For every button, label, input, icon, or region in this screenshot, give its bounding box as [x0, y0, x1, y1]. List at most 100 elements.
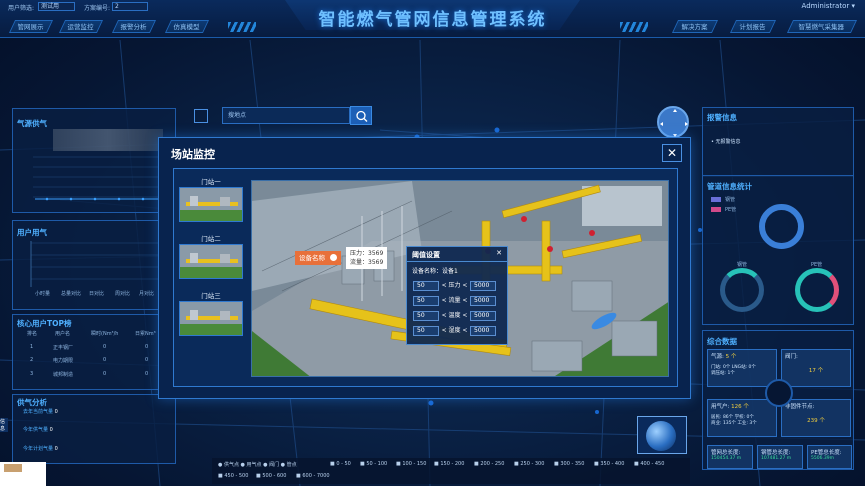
legend-range: 100 - 150 [402, 461, 427, 467]
tab-solutions[interactable]: 解决方案 [671, 20, 719, 33]
length-label: PE管总长度: [811, 450, 842, 456]
tab-alarm-analysis[interactable]: 报警分析 [111, 20, 157, 33]
station-label: 门站一 [201, 178, 221, 186]
plan-code-label: 方案编号: [84, 5, 111, 12]
legend-range: 500 - 600 [262, 473, 287, 479]
inst-cell: 0 [103, 344, 107, 350]
gas-source-label: 气源: [711, 354, 724, 360]
pe-length-box[interactable]: PE管总长度: 5506.39m [807, 445, 852, 469]
gas-supply-title: 气源供气 [17, 119, 47, 128]
total-pipe-ring [759, 204, 804, 249]
min-input[interactable]: 50 [413, 296, 439, 306]
legend-item: 阀门 [269, 462, 280, 468]
threshold-dialog: 阈值设置 ✕ 设备名称：设备1 50 < 压力 <5000 50 < 流量 <500… [406, 246, 508, 345]
user-gas-tab[interactable]: 小时量 [35, 290, 50, 297]
threshold-divider [407, 261, 507, 262]
steel-pipe-ring [720, 268, 764, 312]
min-input[interactable]: 50 [413, 326, 439, 336]
search-input[interactable]: 搜地点 [222, 107, 350, 124]
stripe-decoration-right [620, 22, 648, 32]
valves-box[interactable]: 阀门: 17 个 [781, 349, 851, 387]
station-3d-view[interactable]: 设备名称 压力：3569 流量：3569 阈值设置 ✕ 设备名称：设备1 50 … [251, 180, 669, 377]
legend-range: 250 - 300 [520, 461, 545, 467]
modal-close-button[interactable]: ✕ [662, 144, 682, 162]
globe-minimap[interactable] [637, 416, 687, 454]
legend-range: 450 - 500 [224, 473, 249, 479]
legend-item: 管点 [286, 462, 297, 468]
search-icon [356, 110, 368, 122]
tab-gas-collector[interactable]: 智慧燃气采集器 [786, 20, 858, 33]
device-name-tag[interactable]: 设备名称 [295, 251, 342, 265]
search-button[interactable] [350, 106, 372, 125]
station-label: 门站三 [201, 292, 221, 300]
tab-label: 报警分析 [120, 23, 147, 31]
daily-cell: 0 [145, 344, 149, 350]
analysis-label: 今年计划气量 [23, 446, 54, 452]
tab-plan-report[interactable]: 计划报告 [729, 20, 777, 33]
layers-icon[interactable] [194, 109, 208, 123]
max-input[interactable]: 5000 [470, 326, 496, 336]
top-header: 智能燃气管网信息管理系统 用户筛选: 测试用 方案编号: 2 Administr… [0, 0, 865, 38]
user-filter-input[interactable]: 测试用 [38, 2, 75, 11]
max-input[interactable]: 5000 [470, 311, 496, 321]
station-monitor-modal: 场站监控 ✕ 门站一 门站二 门站三 设备名称 压力：3569 流量：3569 … [158, 137, 691, 399]
side-tab[interactable]: 信息 [0, 418, 8, 432]
user-gas-tab[interactable]: 总量对比 [61, 290, 81, 297]
inst-cell: 0 [103, 371, 107, 377]
tab-operation-monitor[interactable]: 运营监控 [58, 20, 104, 33]
threshold-row-temperature: 50 < 温度 <5000 [413, 311, 496, 321]
users-value: 126 个 [731, 404, 749, 410]
nonmember-value: 239 个 [807, 418, 825, 424]
station-card-1[interactable]: 门站一 [179, 177, 243, 222]
compass-arrows-icon [660, 109, 688, 137]
steel-ring-label: 钢管 [737, 262, 748, 268]
tab-label: 计划报告 [739, 23, 766, 31]
length-label: 钢管总长度: [761, 450, 791, 456]
gas-source-box[interactable]: 气源: 5 个 门站: 0个 LNG站: 0个 调压站: 1个 [707, 349, 777, 387]
valves-value: 17 个 [808, 368, 824, 374]
tab-simulation-model[interactable]: 仿真模型 [164, 20, 210, 33]
pressure-reading: 压力：3569 [350, 250, 384, 257]
map-pan-control[interactable] [657, 106, 689, 138]
station-thumbnail [179, 301, 243, 336]
alarm-item[interactable]: 无报警信息 [716, 139, 741, 145]
max-input[interactable]: 5000 [470, 296, 496, 306]
user-gas-tab[interactable]: 日对比 [89, 290, 104, 297]
min-input[interactable]: 50 [413, 281, 439, 291]
modal-title: 场站监控 [171, 148, 215, 161]
max-input[interactable]: 5000 [470, 281, 496, 291]
station-card-3[interactable]: 门站三 [179, 291, 243, 336]
user-filter-label: 用户筛选: [8, 5, 35, 12]
alarm-panel: 报警信息 • 无报警信息 [702, 107, 854, 177]
account-name: Administrator [801, 2, 850, 10]
threshold-close-icon[interactable]: ✕ [496, 249, 502, 257]
user-gas-panel: 用户用气 小时量 总量对比 日对比 周对比 月对比 [12, 220, 176, 310]
users-box[interactable]: 用气户: 126 个 居民: 86个 学校: 0个 商业: 135个 工业: 3… [707, 399, 777, 437]
station-card-2[interactable]: 门站二 [179, 234, 243, 279]
min-input[interactable]: 50 [413, 311, 439, 321]
info-dot-icon [330, 254, 338, 261]
user-gas-tab[interactable]: 月对比 [139, 290, 154, 297]
user-gas-tab[interactable]: 周对比 [115, 290, 130, 297]
tab-network-display[interactable]: 管网展示 [8, 20, 54, 33]
tab-label: 智慧燃气采集器 [798, 23, 845, 31]
analysis-label: 今年供气量 [23, 427, 49, 433]
network-length-box[interactable]: 管网总长度: 150454.37 m [707, 445, 753, 469]
threshold-row-pressure: 50 < 压力 <5000 [413, 281, 496, 291]
length-value: 150454.37 m [711, 456, 742, 461]
pipe-stats-panel: 管道信息统计 钢管 PE管 钢管 PE管 [702, 175, 854, 325]
inst-cell: 0 [103, 357, 107, 363]
nonmember-box[interactable]: 非固件节点: 239 个 [781, 399, 851, 437]
pe-legend-swatch [711, 207, 721, 212]
account-menu[interactable]: Administrator ▾ [802, 2, 855, 10]
threshold-row-flow: 50 < 流量 <5000 [413, 296, 496, 306]
pe-legend-label: PE管 [725, 207, 737, 213]
plan-code-input[interactable]: 2 [112, 2, 148, 11]
map-legend: ● 供气点 ● 用气点 ● 阀门 ● 管点 ■ 0 - 50 ■ 50 - 10… [212, 458, 690, 484]
analysis-value: 0 [49, 427, 53, 433]
name-cell: 正丰钢厂 [53, 345, 74, 351]
legend-range: 200 - 250 [480, 461, 505, 467]
steel-length-box[interactable]: 钢管总长度: 107481.27 m [757, 445, 803, 469]
pe-ring-label: PE管 [811, 262, 823, 268]
rank-cell: 1 [30, 344, 34, 350]
